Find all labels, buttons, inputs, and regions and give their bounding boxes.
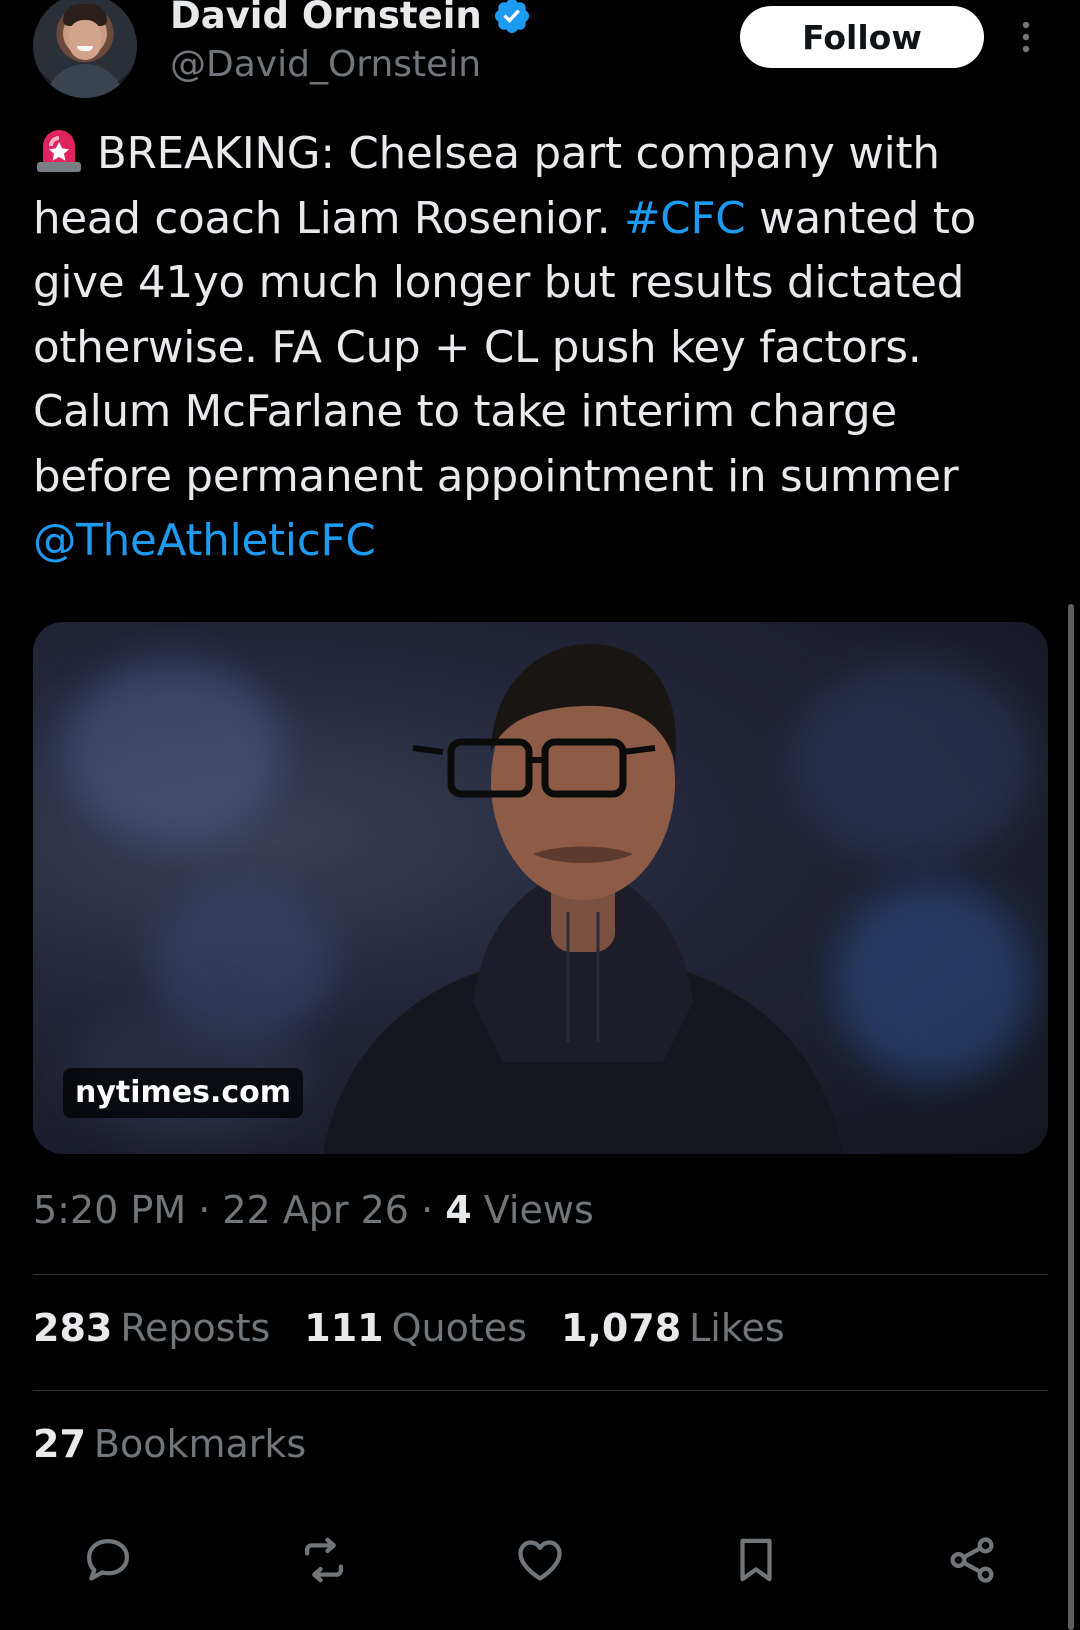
- reposts-count: 283: [33, 1306, 113, 1350]
- likes-stat[interactable]: 1,078 Likes: [561, 1306, 785, 1350]
- reposts-label: Reposts: [120, 1306, 271, 1350]
- tweet-text-line: BREAKING: Chelsea part company with: [33, 122, 1043, 187]
- hashtag-link[interactable]: #CFC: [624, 194, 746, 244]
- author-avatar[interactable]: [33, 0, 137, 98]
- verified-badge-icon: [494, 0, 529, 33]
- tweet-text-segment: wanted to: [745, 193, 977, 244]
- quotes-count: 111: [304, 1306, 384, 1350]
- divider: [33, 1274, 1048, 1275]
- more-options-icon[interactable]: [1014, 20, 1038, 54]
- reply-icon: [86, 1538, 130, 1581]
- repost-icon: [304, 1537, 344, 1583]
- tweet-text-segment: otherwise. FA Cup + CL push key factors.: [33, 322, 922, 373]
- tweet-time[interactable]: 5:20 PM: [33, 1188, 186, 1232]
- quotes-stat[interactable]: 111 Quotes: [304, 1306, 527, 1350]
- views-count: 4: [445, 1188, 472, 1232]
- heart-icon: [518, 1540, 562, 1581]
- tweet-header: David Ornstein @David_Ornstein Follow: [0, 0, 1080, 110]
- author-handle[interactable]: @David_Ornstein: [170, 44, 481, 85]
- bookmark-button[interactable]: [726, 1530, 786, 1590]
- likes-count: 1,078: [560, 1306, 682, 1350]
- repost-button[interactable]: [294, 1530, 354, 1590]
- tweet-text-line: head coach Liam Rosenior. #CFC wanted to: [33, 187, 1043, 252]
- tweet-text-line: @TheAthleticFC: [33, 509, 1043, 574]
- siren-emoji-icon: [37, 130, 81, 172]
- quotes-label: Quotes: [391, 1306, 527, 1350]
- bookmarks-stat[interactable]: 27 Bookmarks: [33, 1422, 306, 1466]
- tweet-text-segment: Calum McFarlane to take interim charge: [33, 387, 897, 437]
- reposts-stat[interactable]: 283 Reposts: [33, 1306, 270, 1350]
- author-display-name[interactable]: David Ornstein: [170, 0, 482, 37]
- reply-button[interactable]: [78, 1530, 138, 1590]
- share-icon: [950, 1537, 994, 1583]
- tweet-text-segment: before permanent appointment in summer: [33, 451, 959, 502]
- tweet-action-bar: [0, 1530, 1080, 1590]
- scrollbar[interactable]: [1068, 604, 1074, 1630]
- tweet-meta: 5:20 PM · 22 Apr 26 · 4 Views: [33, 1188, 594, 1232]
- link-domain-badge: nytimes.com: [63, 1068, 304, 1118]
- share-button[interactable]: [942, 1530, 1002, 1590]
- tweet-date[interactable]: 22 Apr 26: [222, 1188, 409, 1232]
- coach-photo: [323, 643, 843, 1154]
- like-button[interactable]: [510, 1530, 570, 1590]
- views-label: Views: [471, 1188, 594, 1232]
- tweet-text-line: give 41yo much longer but results dictat…: [33, 251, 1043, 316]
- follow-button[interactable]: Follow: [740, 6, 984, 68]
- likes-label: Likes: [689, 1306, 785, 1350]
- tweet-text-segment: head coach Liam Rosenior.: [33, 193, 625, 244]
- tweet-text-segment: BREAKING: Chelsea part company with: [97, 129, 940, 179]
- bookmark-icon: [740, 1538, 772, 1582]
- bookmarks-label: Bookmarks: [93, 1422, 307, 1466]
- tweet-text: BREAKING: Chelsea part company with head …: [33, 122, 1043, 574]
- divider: [33, 1390, 1048, 1391]
- author-name-row[interactable]: David Ornstein: [170, 0, 532, 37]
- mention-link[interactable]: @TheAthleticFC: [33, 516, 376, 566]
- meta-separator: ·: [408, 1188, 446, 1232]
- meta-separator: ·: [186, 1188, 223, 1232]
- tweet-text-line: otherwise. FA Cup + CL push key factors.: [33, 316, 1043, 381]
- engagement-stats: 283 Reposts 111 Quotes 1,078 Likes: [33, 1306, 785, 1350]
- tweet-text-line: before permanent appointment in summer: [33, 445, 1043, 510]
- bookmarks-count: 27: [33, 1422, 86, 1466]
- tweet-text-segment: give 41yo much longer but results dictat…: [33, 258, 965, 308]
- tweet-text-line: Calum McFarlane to take interim charge: [33, 380, 1043, 445]
